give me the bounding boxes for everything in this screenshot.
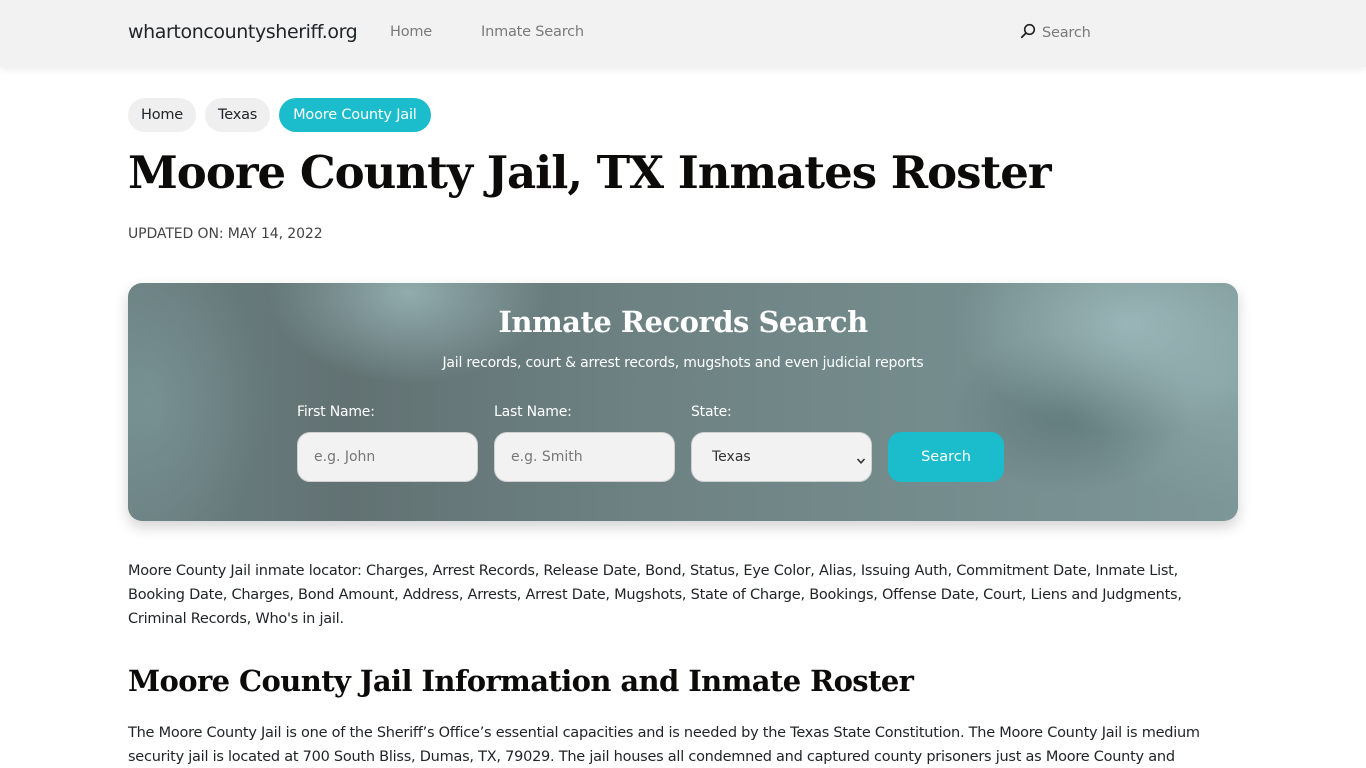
breadcrumb-home[interactable]: Home bbox=[128, 98, 197, 132]
jail-info-paragraph: The Moore County Jail is one of the Sher… bbox=[128, 725, 1200, 765]
nav-link-inmate-search[interactable]: Inmate Search bbox=[481, 24, 584, 40]
last-name-label: Last Name: bbox=[494, 404, 572, 420]
updated-date: UPDATED ON: MAY 14, 2022 bbox=[128, 226, 323, 242]
last-name-input[interactable] bbox=[494, 432, 675, 482]
locator-description: Moore County Jail inmate locator: Charge… bbox=[128, 563, 1182, 627]
inmate-search-card: Inmate Records Search Jail records, cour… bbox=[128, 283, 1238, 521]
first-name-input[interactable] bbox=[297, 432, 478, 482]
nav-search-label: Search bbox=[1042, 25, 1091, 41]
section-title: Moore County Jail Information and Inmate… bbox=[128, 664, 914, 698]
site-brand-link[interactable]: whartoncountysheriff.org bbox=[128, 21, 358, 43]
search-icon bbox=[1020, 23, 1042, 43]
breadcrumb-moore-county-jail[interactable]: Moore County Jail bbox=[279, 98, 431, 132]
page-title: Moore County Jail, TX Inmates Roster bbox=[128, 146, 1052, 199]
breadcrumb: Home Texas Moore County Jail bbox=[128, 98, 431, 132]
breadcrumb-texas[interactable]: Texas bbox=[205, 98, 271, 132]
first-name-label: First Name: bbox=[297, 404, 375, 420]
nav-link-home[interactable]: Home bbox=[390, 24, 432, 40]
search-submit-button[interactable]: Search bbox=[888, 432, 1004, 482]
top-navbar: whartoncountysheriff.org Home Inmate Sea… bbox=[0, 0, 1366, 67]
search-card-subtitle: Jail records, court & arrest records, mu… bbox=[442, 355, 924, 371]
state-select[interactable]: Texas bbox=[691, 432, 872, 482]
state-label: State: bbox=[691, 404, 732, 420]
nav-search-button[interactable]: Search bbox=[1020, 23, 1091, 43]
search-card-title: Inmate Records Search bbox=[498, 305, 868, 339]
